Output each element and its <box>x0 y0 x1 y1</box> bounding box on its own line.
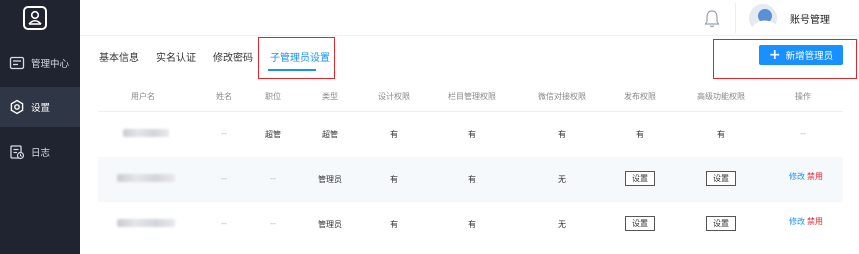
cell-ops: -- <box>800 129 806 138</box>
cell-wechat: 无 <box>558 175 566 184</box>
tab-bar: 基本信息 实名认证 修改密码 子管理员设置 + 新增管理员 <box>80 36 859 82</box>
table-row: -- -- 管理员 有 有 无 设置 设置 修改 禁用 <box>98 202 843 247</box>
table-row: -- -- 管理员 有 有 无 设置 设置 修改 禁用 <box>98 157 843 202</box>
app-root: 管理中心 设置 日志 账号管理 基本信息 实名认证 修改密码 子管理员设置 + … <box>0 0 859 254</box>
publish-settings-button[interactable]: 设置 <box>625 171 655 186</box>
cell-wechat: 有 <box>558 130 566 139</box>
column-header: 类型 <box>322 92 338 101</box>
table-header: 用户名 姓名 职位 类型 设计权限 栏目管理权限 微信对接权限 发布权限 高级功… <box>98 82 843 112</box>
sidebar-item-label: 设置 <box>31 103 51 114</box>
sidebar-item-log[interactable]: 日志 <box>0 132 80 172</box>
publish-settings-button[interactable]: 设置 <box>625 216 655 231</box>
log-icon <box>9 144 25 160</box>
tab-change-password[interactable]: 修改密码 <box>213 49 253 64</box>
add-admin-button[interactable]: + 新增管理员 <box>759 45 843 65</box>
sidebar-item-label: 日志 <box>31 148 51 159</box>
tab-real-name[interactable]: 实名认证 <box>156 49 196 64</box>
column-header: 设计权限 <box>378 92 410 101</box>
top-header: 账号管理 <box>80 0 859 36</box>
cell-publish: 有 <box>636 130 644 139</box>
sidebar: 管理中心 设置 日志 <box>0 0 80 254</box>
cell-design: 有 <box>390 130 398 139</box>
edit-link[interactable]: 修改 <box>789 171 805 182</box>
cell-design: 有 <box>390 175 398 184</box>
username-redacted <box>123 129 169 137</box>
cell-wechat: 无 <box>558 220 566 229</box>
disable-link[interactable]: 禁用 <box>807 171 823 182</box>
cell-type: 超管 <box>322 130 338 139</box>
user-logo-icon[interactable] <box>23 6 47 30</box>
column-header: 发布权限 <box>624 92 656 101</box>
cell-design: 有 <box>390 220 398 229</box>
username-redacted <box>117 174 175 182</box>
column-header: 用户名 <box>131 92 155 101</box>
sidebar-item-settings[interactable]: 设置 <box>0 87 80 127</box>
cell-column: 有 <box>468 130 476 139</box>
bell-icon[interactable] <box>703 9 721 29</box>
cell-type: 管理员 <box>318 175 342 184</box>
cell-type: 管理员 <box>318 220 342 229</box>
table-row: -- 超管 超管 有 有 有 有 有 -- <box>98 112 843 157</box>
column-header: 栏目管理权限 <box>448 92 496 101</box>
column-header: 高级功能权限 <box>697 92 745 101</box>
username-redacted <box>117 219 175 227</box>
settings-icon <box>9 99 25 115</box>
advanced-settings-button[interactable]: 设置 <box>706 171 736 186</box>
edit-link[interactable]: 修改 <box>789 216 805 227</box>
sidebar-item-admin-center[interactable]: 管理中心 <box>0 43 80 83</box>
cell-name: -- <box>221 219 227 228</box>
disable-link[interactable]: 禁用 <box>807 216 823 227</box>
column-header: 微信对接权限 <box>538 92 586 101</box>
cell-name: -- <box>221 174 227 183</box>
cell-position: 超管 <box>265 130 281 139</box>
cell-column: 有 <box>468 175 476 184</box>
cell-column: 有 <box>468 220 476 229</box>
cell-position: -- <box>270 219 276 228</box>
tab-basic-info[interactable]: 基本信息 <box>99 49 139 64</box>
dashboard-icon <box>9 55 25 71</box>
column-header: 职位 <box>265 92 281 101</box>
column-header: 姓名 <box>216 92 232 101</box>
header-divider <box>735 3 736 33</box>
advanced-settings-button[interactable]: 设置 <box>706 216 736 231</box>
cell-name: -- <box>221 129 227 138</box>
account-menu[interactable]: 账号管理 <box>790 11 830 26</box>
column-header: 操作 <box>795 92 811 101</box>
plus-icon: + <box>768 47 781 63</box>
add-admin-label: 新增管理员 <box>785 51 834 62</box>
cell-position: -- <box>270 174 276 183</box>
sidebar-item-label: 管理中心 <box>31 59 70 70</box>
avatar[interactable] <box>749 4 777 32</box>
cell-advanced: 有 <box>717 130 725 139</box>
highlight-box <box>258 37 335 79</box>
